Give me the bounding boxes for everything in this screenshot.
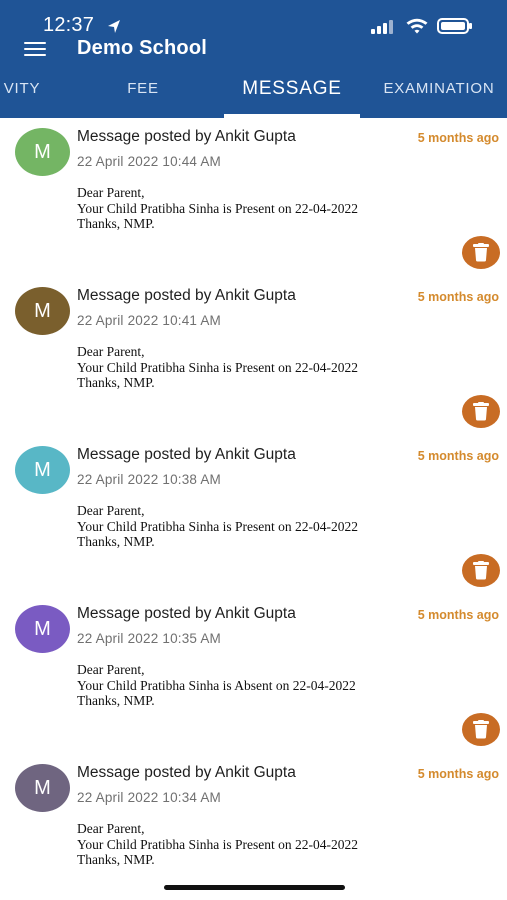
message-body-line: Thanks, NMP. [77, 375, 155, 390]
avatar: M [15, 287, 70, 335]
delete-button[interactable] [462, 713, 500, 746]
message-title: Message posted by Ankit Gupta [77, 287, 296, 304]
app-title: Demo School [77, 37, 207, 59]
message-body: Dear Parent, Your Child Pratibha Sinha i… [77, 662, 467, 709]
status-bar: 12:37 [0, 0, 507, 42]
message-time-ago: 5 months ago [417, 131, 499, 145]
message-body-line: Your Child Pratibha Sinha is Present on … [77, 518, 359, 534]
message-body-line: Your Child Pratibha Sinha is Absent on 2… [77, 677, 356, 693]
message-body-line: Dear Parent, [77, 503, 145, 518]
avatar: M [15, 764, 70, 812]
avatar: M [15, 128, 70, 176]
message-date: 22 April 2022 10:41 AM [77, 313, 222, 328]
tab-activity[interactable]: VITY [0, 70, 47, 118]
message-body-line: Dear Parent, [77, 185, 145, 200]
message-body-line: Your Child Pratibha Sinha is Present on … [77, 359, 359, 375]
message-body-line: Your Child Pratibha Sinha is Present on … [77, 200, 359, 216]
wifi-icon [406, 18, 428, 34]
signal-icon [371, 20, 393, 34]
hamburger-menu-icon[interactable] [24, 42, 46, 58]
battery-icon [437, 18, 472, 34]
message-title: Message posted by Ankit Gupta [77, 764, 296, 781]
message-time-ago: 5 months ago [417, 449, 499, 463]
tab-message[interactable]: MESSAGE [224, 70, 360, 118]
trash-icon [473, 561, 489, 580]
avatar: M [15, 605, 70, 653]
delete-button[interactable] [462, 236, 500, 269]
message-body: Dear Parent, Your Child Pratibha Sinha i… [77, 503, 467, 550]
message-body-line: Dear Parent, [77, 821, 145, 836]
trash-icon [473, 402, 489, 421]
message-card[interactable]: M Message posted by Ankit Gupta 5 months… [0, 277, 507, 437]
message-body-line: Thanks, NMP. [77, 534, 155, 549]
message-body: Dear Parent, Your Child Pratibha Sinha i… [77, 344, 467, 391]
message-title: Message posted by Ankit Gupta [77, 128, 296, 145]
message-time-ago: 5 months ago [417, 767, 499, 781]
message-time-ago: 5 months ago [417, 290, 499, 304]
delete-button[interactable] [462, 395, 500, 428]
message-card[interactable]: M Message posted by Ankit Gupta 5 months… [0, 595, 507, 755]
trash-icon [473, 720, 489, 739]
message-list: M Message posted by Ankit Gupta 5 months… [0, 118, 507, 900]
tab-bar: VITY FEE MESSAGE EXAMINATION [0, 70, 507, 118]
message-title: Message posted by Ankit Gupta [77, 605, 296, 622]
location-arrow-icon [108, 20, 120, 33]
message-title: Message posted by Ankit Gupta [77, 446, 296, 463]
message-card[interactable]: M Message posted by Ankit Gupta 5 months… [0, 754, 507, 900]
message-body-line: Thanks, NMP. [77, 852, 155, 867]
message-body: Dear Parent, Your Child Pratibha Sinha i… [77, 821, 467, 868]
status-time: 12:37 [43, 14, 95, 36]
message-card[interactable]: M Message posted by Ankit Gupta 5 months… [0, 436, 507, 596]
home-indicator[interactable] [164, 885, 345, 890]
message-body-line: Dear Parent, [77, 662, 145, 677]
avatar: M [15, 446, 70, 494]
message-body: Dear Parent, Your Child Pratibha Sinha i… [77, 185, 467, 232]
message-body-line: Your Child Pratibha Sinha is Present on … [77, 836, 359, 852]
message-time-ago: 5 months ago [417, 608, 499, 622]
message-body-line: Dear Parent, [77, 344, 145, 359]
message-date: 22 April 2022 10:38 AM [77, 472, 222, 487]
delete-button[interactable] [462, 554, 500, 587]
message-date: 22 April 2022 10:44 AM [77, 154, 222, 169]
tab-examination[interactable]: EXAMINATION [368, 70, 507, 118]
message-body-line: Thanks, NMP. [77, 693, 155, 708]
message-date: 22 April 2022 10:34 AM [77, 790, 222, 805]
message-body-line: Thanks, NMP. [77, 216, 155, 231]
trash-icon [473, 243, 489, 262]
tab-fee[interactable]: FEE [106, 70, 180, 118]
message-card[interactable]: M Message posted by Ankit Gupta 5 months… [0, 118, 507, 278]
app-header: 12:37 Demo School VITY FEE MESSAGE EXAMI… [0, 0, 507, 118]
message-date: 22 April 2022 10:35 AM [77, 631, 222, 646]
